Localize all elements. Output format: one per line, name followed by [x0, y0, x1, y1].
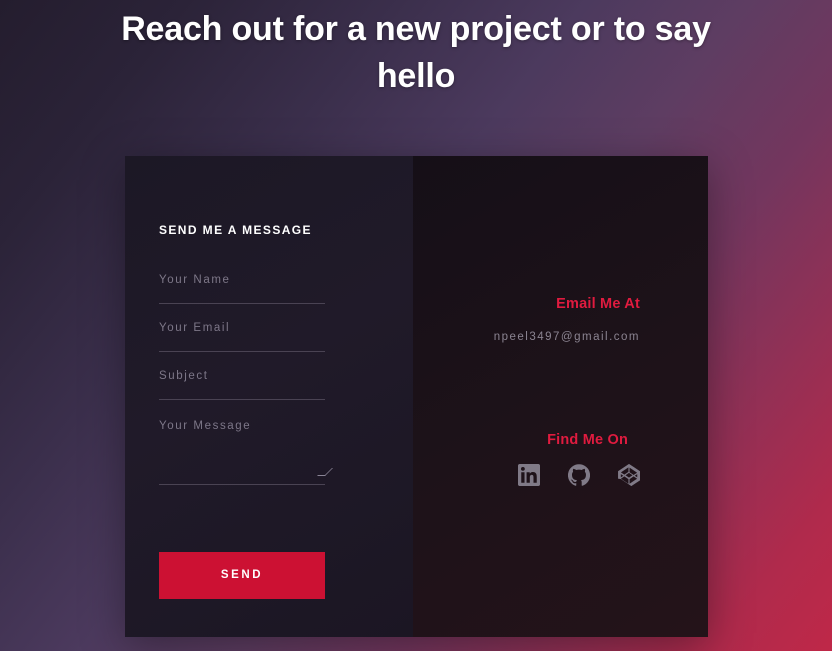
field-subject: [159, 370, 325, 400]
subject-input[interactable]: [159, 370, 325, 399]
linkedin-icon: [518, 464, 540, 486]
contact-form: [159, 274, 325, 485]
contact-form-panel: SEND ME A MESSAGE SEND: [125, 156, 413, 637]
github-icon: [568, 464, 590, 486]
form-heading: SEND ME A MESSAGE: [159, 223, 312, 237]
email-input[interactable]: [159, 322, 325, 351]
github-link[interactable]: [568, 464, 590, 486]
field-message: [159, 418, 325, 485]
contact-info-panel: Email Me At npeel3497@gmail.com Find Me …: [413, 156, 708, 637]
send-button[interactable]: SEND: [159, 552, 325, 599]
message-textarea[interactable]: [159, 418, 325, 484]
email-address-link[interactable]: npeel3497@gmail.com: [494, 331, 640, 343]
codepen-icon: [618, 464, 640, 486]
contact-card: SEND ME A MESSAGE SEND Email Me At npeel…: [125, 156, 708, 637]
field-email: [159, 322, 325, 352]
social-heading: Find Me On: [547, 432, 628, 448]
name-input[interactable]: [159, 274, 325, 303]
linkedin-link[interactable]: [518, 464, 540, 486]
page-title: Reach out for a new project or to say he…: [121, 10, 711, 95]
email-heading: Email Me At: [556, 296, 640, 312]
field-name: [159, 274, 325, 304]
codepen-link[interactable]: [618, 464, 640, 486]
social-links: [518, 464, 640, 486]
